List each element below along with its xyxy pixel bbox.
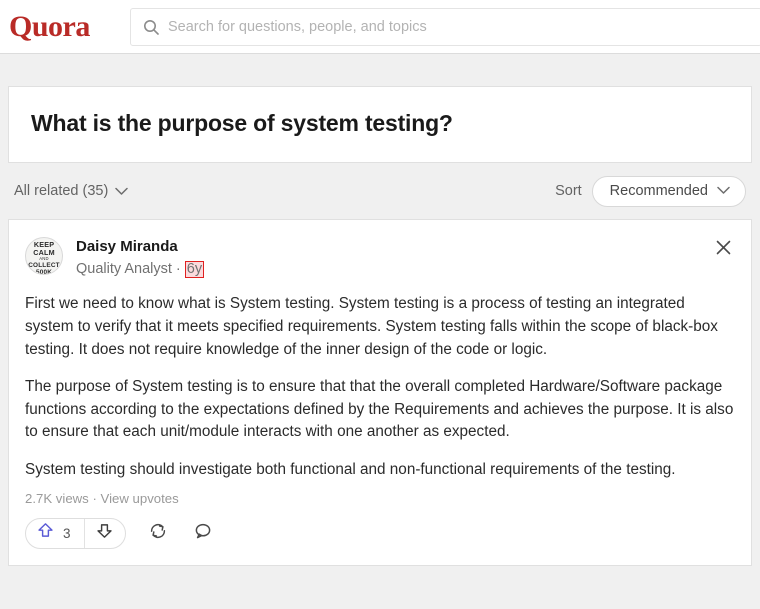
avatar-line-1: KEEP: [33, 240, 55, 250]
page-title: What is the purpose of system testing?: [31, 110, 453, 136]
view-count: 2.7K views: [25, 490, 89, 506]
view-upvotes-link[interactable]: View upvotes: [101, 491, 179, 506]
avatar-line-2: CALM: [33, 248, 55, 258]
vote-pill: 3: [25, 517, 126, 549]
search-bar[interactable]: [130, 7, 760, 46]
answer-action-bar: 3: [25, 517, 735, 555]
chevron-down-icon: [717, 186, 730, 195]
top-navigation-bar: Quora: [0, 0, 760, 54]
sort-selected-value: Recommended: [609, 182, 708, 199]
repost-icon: [148, 521, 168, 546]
search-input[interactable]: [168, 18, 760, 35]
sort-dropdown[interactable]: Recommended: [591, 175, 746, 207]
downvote-button[interactable]: [85, 519, 125, 548]
search-icon: [143, 19, 159, 35]
avatar-line-4: 500K: [35, 269, 53, 275]
answer-paragraph: First we need to know what is System tes…: [25, 295, 718, 358]
avatar-artwork: ♔ KEEP CALM AND COLLECT 500K: [26, 238, 62, 274]
author-credential-row: Quality Analyst · 6y: [76, 259, 205, 279]
page-body: What is the purpose of system testing? A…: [0, 54, 760, 609]
answer-paragraph: The purpose of System testing is to ensu…: [25, 378, 734, 441]
author-meta: Daisy Miranda Quality Analyst · 6y: [76, 236, 205, 280]
all-related-filter[interactable]: All related (35): [14, 183, 129, 200]
sort-group: Sort Recommended: [555, 175, 746, 207]
answer-paragraph: System testing should investigate both f…: [25, 461, 676, 479]
quora-logo[interactable]: Quora: [0, 11, 130, 42]
comment-icon: [193, 521, 213, 546]
author-name[interactable]: Daisy Miranda: [76, 237, 204, 257]
question-card: What is the purpose of system testing?: [8, 86, 752, 163]
all-related-label: All related (35): [14, 183, 109, 200]
repost-button[interactable]: [145, 520, 171, 546]
meta-separator: ·: [175, 261, 181, 277]
author-row: ♔ KEEP CALM AND COLLECT 500K Daisy Miran…: [25, 236, 735, 280]
upvote-button[interactable]: 3: [26, 519, 84, 548]
answer-timestamp[interactable]: 6y: [184, 261, 205, 279]
top-spacer: [0, 54, 760, 86]
sort-label: Sort: [555, 183, 582, 200]
answer-stats: 2.7K views · View upvotes: [25, 491, 735, 506]
filter-bar: All related (35) Sort Recommended: [0, 162, 760, 219]
answer-card: ♔ KEEP CALM AND COLLECT 500K Daisy Miran…: [8, 218, 752, 566]
author-credential: Quality Analyst: [76, 261, 172, 277]
comment-button[interactable]: [190, 520, 216, 546]
chevron-down-icon: [115, 187, 129, 196]
stats-separator: ·: [92, 490, 97, 506]
avatar[interactable]: ♔ KEEP CALM AND COLLECT 500K: [25, 236, 63, 275]
upvote-count: 3: [63, 525, 71, 541]
downvote-arrow-icon: [96, 522, 113, 544]
close-icon[interactable]: [713, 238, 733, 258]
answer-body: First we need to know what is System tes…: [25, 293, 735, 481]
upvote-arrow-icon: [37, 522, 54, 544]
